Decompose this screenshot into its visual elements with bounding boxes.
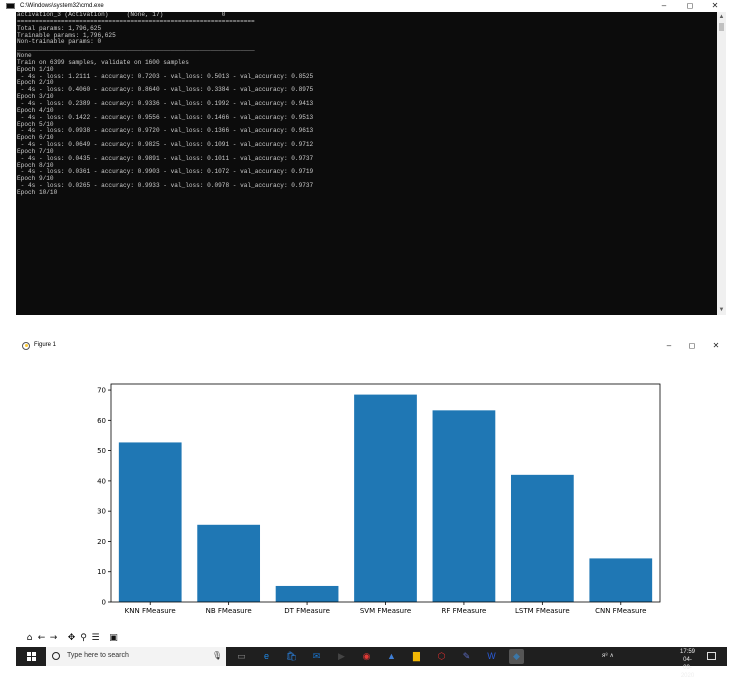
back-arrow-icon[interactable]: ← bbox=[36, 632, 47, 644]
x-tick-label: KNN FMeasure bbox=[125, 607, 176, 615]
save-icon[interactable]: ▣ bbox=[108, 632, 119, 644]
app-icon[interactable]: ✎ bbox=[459, 649, 474, 664]
store-icon[interactable]: 🛍 bbox=[284, 649, 299, 664]
edge-icon[interactable]: e bbox=[259, 649, 274, 664]
pan-icon[interactable]: ✥ bbox=[66, 632, 77, 644]
y-tick-label: 50 bbox=[97, 447, 106, 455]
console-output[interactable]: activation_3 (Activation) (None, 17) 0 =… bbox=[16, 12, 717, 315]
cmd-window: C:\Windows\system32\cmd.exe – ◻ ✕ activa… bbox=[0, 0, 742, 318]
x-tick-label: NB FMeasure bbox=[206, 607, 252, 615]
y-tick-label: 60 bbox=[97, 417, 106, 425]
console-text: activation_3 (Activation) (None, 17) 0 =… bbox=[17, 12, 314, 196]
figure-window: Figure 1 – ◻ ✕ KNN FMeasure NB FMeasure DT… bbox=[0, 336, 742, 647]
windows-logo-icon-part bbox=[32, 657, 36, 661]
pdf-icon[interactable]: ⬡ bbox=[434, 649, 449, 664]
bar-cnn-fmeasure bbox=[589, 558, 653, 602]
search-placeholder: Type here to search bbox=[67, 652, 129, 659]
bar-lstm-fmeasure bbox=[510, 474, 574, 602]
x-tick-label: DT FMeasure bbox=[284, 607, 330, 615]
bar-nb-fmeasure bbox=[197, 524, 261, 602]
python-icon[interactable]: ◆ bbox=[509, 649, 524, 664]
scroll-up-icon[interactable]: ▲ bbox=[717, 12, 726, 22]
bar-svm-fmeasure bbox=[354, 394, 417, 602]
x-tick-label: SVM FMeasure bbox=[360, 607, 411, 615]
home-icon[interactable]: ⌂ bbox=[24, 632, 35, 644]
cmd-titlebar[interactable]: C:\Windows\system32\cmd.exe – ◻ ✕ bbox=[0, 0, 742, 12]
x-tick-label: CNN FMeasure bbox=[595, 607, 646, 615]
maximize-button[interactable]: ◻ bbox=[677, 0, 703, 12]
minimize-button[interactable]: – bbox=[651, 0, 677, 12]
cmd-app-icon bbox=[6, 3, 15, 9]
y-tick-label: 70 bbox=[97, 387, 106, 395]
notification-icon[interactable] bbox=[707, 652, 716, 660]
task-view-icon[interactable]: ▭ bbox=[234, 649, 249, 664]
y-tick-label: 10 bbox=[97, 568, 106, 576]
close-button[interactable]: ✕ bbox=[702, 0, 728, 12]
y-tick-label: 20 bbox=[97, 538, 106, 546]
scroll-down-icon[interactable]: ▼ bbox=[717, 305, 726, 315]
cortana-icon bbox=[52, 652, 60, 660]
clock-date: 04-09-2020 bbox=[680, 657, 695, 679]
tray-icons[interactable]: ᴙ⁸ ∧ bbox=[602, 652, 614, 659]
photos-icon[interactable]: ▲ bbox=[384, 649, 399, 664]
zoom-icon[interactable]: ⚲ bbox=[78, 632, 89, 644]
microphone-icon[interactable]: 🎙 bbox=[212, 651, 222, 660]
windows-logo-icon bbox=[27, 652, 31, 656]
chrome-icon[interactable]: ◉ bbox=[359, 649, 374, 664]
mail-icon[interactable]: ✉ bbox=[309, 649, 324, 664]
clock-time: 17:59 bbox=[680, 649, 696, 655]
windows-logo-icon-part bbox=[27, 657, 31, 661]
windows-logo-icon-part bbox=[32, 652, 36, 656]
x-tick-label: LSTM FMeasure bbox=[515, 607, 570, 615]
y-tick-label: 0 bbox=[102, 599, 106, 607]
y-tick-label: 30 bbox=[97, 508, 106, 516]
taskbar: Type here to search 🎙 ▭ e 🛍 ✉ ▶ ◉ ▲ ▇ ⬡ ✎ W ◆ ᴙ⁸ ∧ … bbox=[16, 647, 727, 679]
bar-chart: KNN FMeasure NB FMeasure DT FMeasure SVM FM… bbox=[97, 383, 661, 615]
bar-dt-fmeasure bbox=[275, 585, 339, 602]
cmd-window-title: C:\Windows\system32\cmd.exe bbox=[20, 3, 104, 9]
files-icon[interactable]: ▇ bbox=[409, 649, 424, 664]
taskbar-search-box[interactable]: Type here to search 🎙 bbox=[46, 647, 226, 666]
configure-subplots-icon[interactable]: ☰ bbox=[90, 632, 101, 644]
start-button[interactable] bbox=[16, 647, 46, 666]
clock[interactable]: 17:59 04-09-2020 bbox=[680, 648, 695, 680]
bar-rf-fmeasure bbox=[432, 410, 496, 602]
x-tick-label: RF FMeasure bbox=[441, 607, 486, 615]
forward-arrow-icon[interactable]: → bbox=[48, 632, 59, 644]
video-icon[interactable]: ▶ bbox=[334, 649, 349, 664]
bar-knn-fmeasure bbox=[118, 442, 182, 602]
word-icon[interactable]: W bbox=[484, 649, 499, 664]
console-scrollbar[interactable]: ▲ ▼ bbox=[717, 12, 726, 315]
y-tick-label: 40 bbox=[97, 477, 106, 485]
scroll-thumb[interactable] bbox=[719, 23, 724, 31]
